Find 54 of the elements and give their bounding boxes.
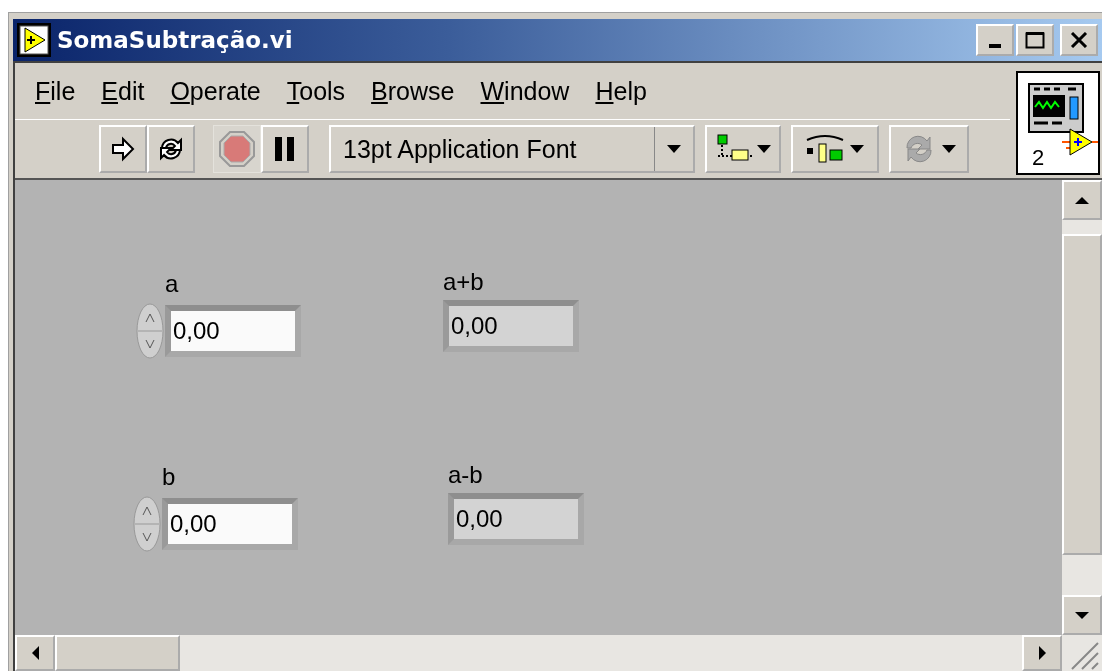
caret-icon: [756, 144, 772, 154]
menu-item[interactable]: Browse: [371, 76, 455, 106]
scroll-thumb[interactable]: [55, 635, 180, 671]
right-arrow-icon: [1037, 645, 1047, 661]
menu-item[interactable]: Edit: [101, 76, 145, 106]
caret-icon: [941, 144, 957, 154]
reorder-button[interactable]: [889, 125, 969, 173]
numeric-indicator: 0,00: [443, 300, 579, 352]
up-arrow-icon: [1074, 195, 1090, 205]
numeric-control[interactable]: 0,00: [165, 305, 301, 357]
pause-button[interactable]: [261, 125, 309, 173]
font-dropdown[interactable]: 13pt Application Font: [329, 125, 695, 173]
numeric-indicator: 0,00: [448, 493, 584, 545]
numeric-control[interactable]: 0,00: [162, 498, 298, 550]
close-icon: [1070, 32, 1088, 48]
vi-icon: [17, 23, 51, 57]
front-panel-icon: [1028, 83, 1084, 133]
caret-icon: [849, 144, 865, 154]
scroll-thumb[interactable]: [1062, 234, 1102, 555]
minimize-icon: [989, 44, 1001, 48]
stop-icon: [218, 130, 256, 168]
down-arrow-icon: [1074, 610, 1090, 620]
vertical-scrollbar[interactable]: [1062, 180, 1102, 635]
run-arrow-icon: [110, 136, 136, 162]
scroll-right-button[interactable]: [1022, 635, 1062, 671]
maximize-button[interactable]: [1016, 24, 1054, 56]
run-continuously-button[interactable]: [147, 125, 195, 173]
control-label: b: [162, 463, 177, 491]
close-button[interactable]: [1060, 24, 1098, 56]
scroll-left-button[interactable]: [15, 635, 55, 671]
scroll-down-button[interactable]: [1062, 595, 1102, 635]
menu-item[interactable]: Operate: [170, 76, 261, 106]
pause-icon: [273, 136, 297, 162]
caret-icon: [666, 144, 682, 154]
left-arrow-icon: [30, 645, 40, 661]
vi-icon: [1062, 127, 1098, 157]
indicator-label: a-b: [448, 461, 484, 489]
distribute-objects-icon: [805, 132, 845, 166]
distribute-button[interactable]: [791, 125, 879, 173]
menu-item[interactable]: Window: [480, 76, 570, 106]
run-button[interactable]: [99, 125, 147, 173]
minimize-button[interactable]: [976, 24, 1014, 56]
maximize-icon: [1025, 31, 1045, 49]
horizontal-scrollbar[interactable]: [15, 635, 1102, 671]
menu-item[interactable]: Help: [595, 76, 647, 106]
connector-pane[interactable]: 2: [1016, 71, 1100, 175]
scroll-up-button[interactable]: [1062, 180, 1102, 220]
menu-item[interactable]: Tools: [286, 76, 346, 106]
control-label: a: [165, 270, 180, 298]
window-title: SomaSubtração.vi: [57, 27, 294, 53]
terminal-count: 2: [1032, 145, 1045, 171]
align-button[interactable]: [705, 125, 781, 173]
indicator-label: a+b: [443, 268, 485, 296]
menu-item[interactable]: File: [35, 76, 76, 106]
